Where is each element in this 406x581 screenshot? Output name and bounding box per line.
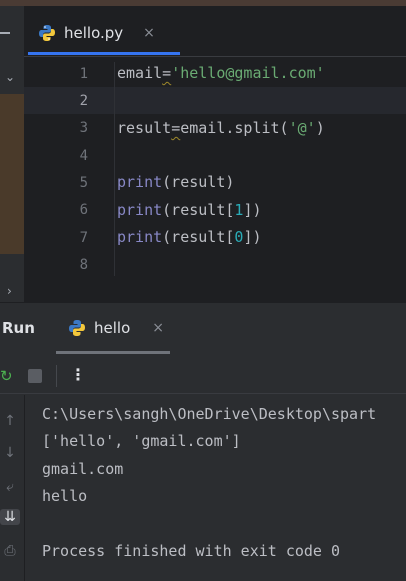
close-icon[interactable]: ×	[152, 320, 164, 336]
line-number-gutter: 1 2 3 4 5 6 7 8	[24, 56, 114, 276]
chevron-right-icon[interactable]: ›	[7, 284, 12, 298]
close-icon[interactable]: ×	[143, 25, 155, 41]
code-line: result=email.split('@')	[117, 119, 325, 137]
tab-hello-py[interactable]: hello.py ×	[38, 20, 155, 46]
project-panel-selection	[0, 94, 24, 254]
tab-run-hello[interactable]: hello ×	[68, 319, 164, 337]
code-line: print(result[0])	[117, 228, 262, 246]
active-tab-indicator	[28, 52, 180, 55]
line-number: 5	[79, 175, 88, 191]
scroll-down-icon[interactable]: ↓	[0, 445, 20, 461]
soft-wrap-icon[interactable]: ⤶	[0, 479, 20, 495]
line-number: 4	[79, 148, 88, 164]
panel-tick	[0, 32, 10, 34]
more-options-icon[interactable]: ⋮	[70, 365, 86, 384]
editor-tab-bar: hello.py ×	[24, 6, 406, 57]
active-tab-indicator	[56, 351, 170, 354]
code-editor[interactable]: hello.py × 1 2 3 4 5 6 7 8 email='hello@…	[24, 6, 406, 302]
run-header: Run hello ×	[0, 303, 406, 354]
console-line: hello	[42, 487, 88, 505]
line-number: 6	[79, 202, 88, 218]
python-icon	[39, 25, 55, 41]
line-number: 8	[79, 257, 88, 273]
stop-icon[interactable]	[28, 369, 42, 383]
run-toolbar: ↻ ⋮	[0, 359, 406, 394]
line-number: 1	[79, 66, 88, 82]
console-side-toolbar: ↑ ↓ ⤶ ⇊ ⎙	[0, 395, 25, 581]
console-line: C:\Users\sangh\OneDrive\Desktop\spart	[42, 405, 377, 423]
project-panel-edge: ⌄ ›	[0, 6, 25, 302]
scroll-to-end-icon[interactable]: ⇊	[0, 509, 20, 525]
run-tool-window: Run hello × ↻ ⋮ ↑ ↓ ⤶ ⇊ ⎙ C:\Users\sangh…	[0, 302, 406, 581]
toolbar-divider	[56, 365, 57, 387]
console-line: ['hello', 'gmail.com']	[42, 432, 241, 450]
console-line: Process finished with exit code 0	[42, 542, 341, 560]
line-number: 2	[79, 93, 88, 109]
run-title: Run	[2, 319, 35, 337]
print-icon[interactable]: ⎙	[0, 543, 20, 559]
run-tab-label: hello	[94, 319, 131, 337]
scroll-up-icon[interactable]: ↑	[0, 413, 20, 429]
python-icon	[69, 320, 85, 336]
indent-guide	[114, 62, 115, 276]
line-number: 3	[79, 120, 88, 136]
rerun-icon[interactable]: ↻	[0, 367, 13, 385]
code-line: print(result)	[117, 173, 235, 191]
line-number: 7	[79, 230, 88, 246]
tab-label: hello.py	[64, 24, 124, 42]
code-line: email='hello@gmail.com'	[117, 64, 325, 82]
console-line: gmail.com	[42, 460, 124, 478]
chevron-down-icon[interactable]: ⌄	[5, 70, 15, 84]
code-line: print(result[1])	[117, 201, 262, 219]
editor-bottom-area	[24, 276, 406, 302]
